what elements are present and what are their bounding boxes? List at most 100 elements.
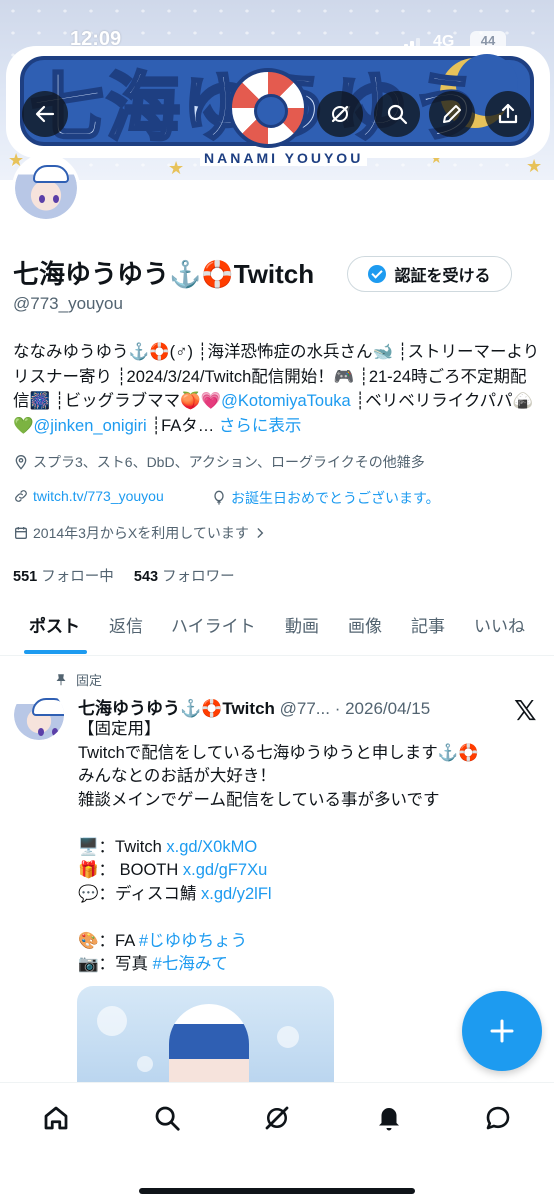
tab-highlights[interactable]: ハイライト [171, 612, 256, 637]
post-line: 💬：ディスコ鯖 x.gd/y2lFl [78, 883, 538, 907]
battery-icon: 44 [470, 31, 506, 51]
user-handle: @773_youyou [13, 294, 123, 313]
share-icon [498, 103, 518, 124]
pinned-label: 固定 [76, 673, 103, 688]
pencil-icon [443, 105, 461, 123]
post-author-avatar[interactable] [14, 690, 64, 740]
chevron-right-icon [257, 528, 264, 538]
bubble-decoration [277, 1026, 299, 1048]
profile-joined[interactable]: 2014年3月からXを利用しています [13, 523, 271, 543]
fa-label: 🎨：FA [78, 931, 139, 950]
nav-grok[interactable] [260, 1101, 294, 1135]
signal-icon [398, 34, 422, 52]
bio-text: ┊FAタ… [146, 416, 215, 435]
post-line: Twitchで配信をしている七海ゆうゆうと申します⚓️🛟 [78, 743, 479, 762]
following-stat[interactable]: 551 フォロー中 [13, 569, 114, 585]
tab-images[interactable]: 画像 [348, 612, 382, 637]
nav-notifications[interactable] [372, 1101, 406, 1135]
photo-hashtag[interactable]: #七海みて [153, 955, 228, 973]
logo-subtitle: NANAMI YOUYOU [200, 150, 368, 166]
fa-hashtag[interactable]: #じゆゆちょう [139, 932, 247, 950]
balloon-icon [214, 490, 224, 505]
twitch-label: 🖥️：Twitch [78, 837, 167, 856]
pinned-indicator: 固定 [54, 670, 102, 689]
status-bar: 12:09 4G 44 [0, 0, 554, 52]
verified-badge-icon [368, 265, 387, 283]
nav-search[interactable] [150, 1101, 184, 1135]
profile-website[interactable]: twitch.tv/773_youyou [13, 488, 164, 504]
mention-link[interactable]: @KotomiyaTouka [221, 392, 351, 410]
network-type: 4G [433, 33, 455, 50]
bubble-decoration [97, 1006, 127, 1036]
active-tab-indicator [24, 650, 87, 654]
plus-icon [490, 1019, 514, 1043]
star-decoration: ★ [526, 156, 543, 176]
back-button[interactable] [22, 91, 68, 137]
tab-articles[interactable]: 記事 [411, 612, 445, 637]
post-header: 七海ゆうゆう⚓️🛟Twitch @77... · 2026/04/15 [78, 694, 430, 719]
booth-link[interactable]: x.gd/gF7Xu [183, 861, 267, 879]
post-line: 🎨：FA #じゆゆちょう [78, 930, 538, 954]
calendar-icon [15, 527, 27, 539]
post-image[interactable] [77, 986, 334, 1096]
bubble-decoration [137, 1056, 153, 1072]
nav-home[interactable] [39, 1101, 73, 1135]
search-icon [387, 104, 408, 125]
post-line: 📷：写真 #七海みて [78, 953, 538, 977]
mention-link[interactable]: @jinken_onigiri [34, 417, 147, 435]
tab-replies[interactable]: 返信 [109, 612, 143, 637]
followers-label: フォロワー [162, 569, 235, 585]
search-button[interactable] [374, 91, 420, 137]
booth-label: 🎁： BOOTH [78, 861, 183, 879]
post-author-handle[interactable]: @77... [280, 699, 330, 718]
grok-icon [265, 1106, 289, 1130]
search-icon [155, 1106, 180, 1131]
website-link[interactable]: twitch.tv/773_youyou [33, 488, 164, 504]
tab-videos[interactable]: 動画 [285, 612, 319, 637]
share-button[interactable] [485, 91, 531, 137]
edit-button[interactable] [429, 91, 475, 137]
star-decoration: ★ [168, 158, 185, 178]
tab-posts[interactable]: ポスト [29, 612, 80, 637]
back-arrow-icon [35, 105, 55, 123]
location-text: スプラ3、スト6、DbD、アクション、ローグライクその他雑多 [33, 454, 425, 470]
notifications-icon [379, 1108, 399, 1131]
joined-text: 2014年3月からXを利用しています [33, 525, 249, 541]
post-body[interactable]: 【固定用】 Twitchで配信をしている七海ゆうゆうと申します⚓️🛟 みんなとの… [78, 718, 538, 977]
compose-post-button[interactable] [462, 991, 542, 1071]
status-time: 12:09 [70, 28, 122, 50]
profile-avatar[interactable] [12, 154, 80, 222]
post-line: 【固定用】 [78, 720, 161, 738]
following-count: 551 [13, 569, 38, 585]
lifebuoy-graphic [228, 68, 308, 148]
location-pin-icon [15, 455, 27, 470]
home-icon [44, 1106, 68, 1130]
post-author-name[interactable]: 七海ゆうゆう⚓️🛟Twitch [78, 699, 275, 718]
pin-icon [56, 673, 66, 685]
avatar-image [14, 690, 64, 740]
twitch-link[interactable]: x.gd/X0kMO [166, 838, 257, 856]
profile-location: スプラ3、スト6、DbD、アクション、ローグライクその他雑多 [13, 452, 425, 472]
birthday-text[interactable]: お誕生日おめでとうございます。 [231, 488, 440, 508]
get-verified-label: 認証を受ける [394, 268, 491, 285]
post-date[interactable]: · 2026/04/15 [335, 699, 430, 718]
show-more-link[interactable]: さらに表示 [219, 417, 302, 435]
profile-birthday[interactable]: お誕生日おめでとうございます。 [211, 488, 440, 508]
following-label: フォロー中 [41, 569, 114, 585]
tab-likes[interactable]: いいね [474, 612, 525, 637]
messages-icon [486, 1106, 510, 1130]
profile-bio: ななみゆうゆう⚓️🛟(♂) ┊海洋恐怖症の水兵さん🐋 ┊ストリーマーよりリスナー… [13, 340, 543, 438]
photo-label: 📷：写真 [78, 955, 153, 973]
discord-link[interactable]: x.gd/y2lFl [201, 885, 272, 903]
nav-messages[interactable] [481, 1101, 515, 1135]
grok-icon [331, 105, 349, 123]
link-icon [15, 490, 27, 502]
discord-label: 💬：ディスコ鯖 [78, 884, 201, 903]
get-verified-button[interactable]: 認証を受ける [347, 256, 512, 292]
grok-button[interactable] [317, 91, 363, 137]
post-line: 🎁： BOOTH x.gd/gF7Xu [78, 859, 538, 883]
followers-stat[interactable]: 543 フォロワー [134, 569, 235, 585]
avatar-image [15, 157, 77, 219]
